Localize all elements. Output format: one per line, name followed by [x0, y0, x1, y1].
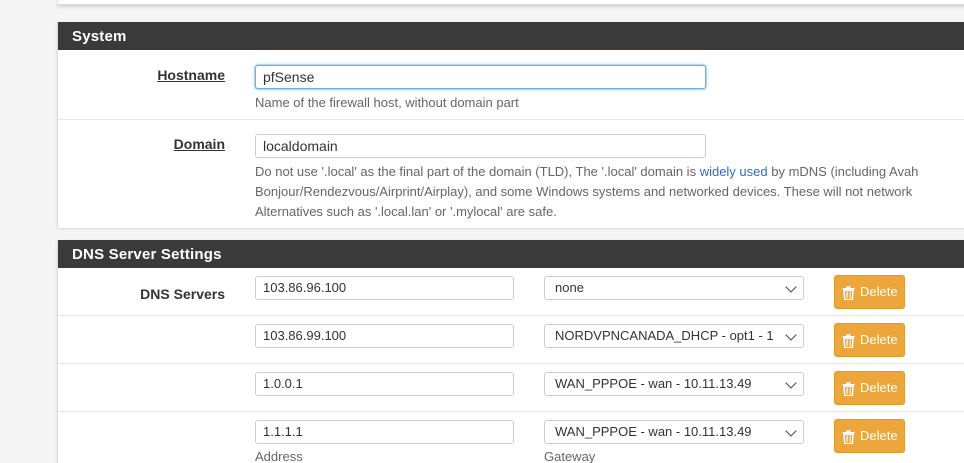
domain-help-text-b: by mDNS (including Avah — [767, 164, 919, 179]
dns-servers-label: DNS Servers — [140, 286, 225, 302]
domain-help-line-1: Do not use '.local' as the final part of… — [255, 162, 918, 182]
address-column-caption: Address — [255, 449, 303, 463]
system-panel: System Hostname pfSense Name of the fire… — [57, 22, 964, 228]
dns-server-row: 103.86.99.100 NORDVPNCANADA_DHCP - opt1 … — [58, 316, 964, 364]
dns-gateway-select[interactable]: NORDVPNCANADA_DHCP - opt1 - 1 — [544, 324, 804, 348]
domain-help: Do not use '.local' as the final part of… — [255, 162, 918, 222]
dns-gateway-value: none — [555, 280, 584, 295]
previous-panel-edge — [57, 0, 964, 5]
trash-icon — [842, 334, 855, 348]
chevron-down-icon — [785, 329, 797, 341]
dns-server-row: DNS Servers 103.86.96.100 none Delete — [58, 268, 964, 316]
delete-button[interactable]: Delete — [834, 371, 905, 405]
page: System Hostname pfSense Name of the fire… — [0, 0, 964, 463]
system-panel-heading: System — [58, 22, 964, 50]
delete-button[interactable]: Delete — [834, 419, 905, 453]
widely-used-link[interactable]: widely used — [700, 164, 768, 179]
delete-button[interactable]: Delete — [834, 275, 905, 309]
dns-gateway-select[interactable]: WAN_PPPOE - wan - 10.11.13.49 — [544, 420, 804, 444]
domain-label: Domain — [173, 136, 225, 152]
delete-button-label: Delete — [860, 332, 898, 347]
chevron-down-icon — [785, 377, 797, 389]
dns-panel-heading: DNS Server Settings — [58, 240, 964, 268]
hostname-label: Hostname — [157, 67, 225, 83]
dns-address-input[interactable]: 103.86.99.100 — [255, 324, 514, 348]
dns-gateway-value: WAN_PPPOE - wan - 10.11.13.49 — [555, 424, 752, 439]
domain-row: Domain localdomain Do not use '.local' a… — [58, 120, 964, 228]
dns-address-input[interactable]: 1.1.1.1 — [255, 420, 514, 444]
delete-button[interactable]: Delete — [834, 323, 905, 357]
dns-gateway-select[interactable]: WAN_PPPOE - wan - 10.11.13.49 — [544, 372, 804, 396]
chevron-down-icon — [785, 281, 797, 293]
dns-settings-panel: DNS Server Settings DNS Servers 103.86.9… — [57, 240, 964, 463]
dns-gateway-select[interactable]: none — [544, 276, 804, 300]
domain-help-text-a: Do not use '.local' as the final part of… — [255, 164, 700, 179]
hostname-input[interactable]: pfSense — [255, 65, 706, 89]
hostname-row: Hostname pfSense Name of the firewall ho… — [58, 50, 964, 120]
gateway-column-caption: Gateway — [544, 449, 596, 463]
domain-help-line-3: Alternatives such as '.local.lan' or '.m… — [255, 204, 557, 219]
trash-icon — [842, 430, 855, 444]
delete-button-label: Delete — [860, 284, 898, 299]
dns-address-input[interactable]: 103.86.96.100 — [255, 276, 514, 300]
trash-icon — [842, 382, 855, 396]
delete-button-label: Delete — [860, 380, 898, 395]
dns-gateway-value: NORDVPNCANADA_DHCP - opt1 - 1 — [555, 328, 774, 343]
domain-help-line-2: Bonjour/Rendezvous/Airprint/Airplay), an… — [255, 184, 913, 199]
dns-server-row: 1.1.1.1 WAN_PPPOE - wan - 10.11.13.49 De… — [58, 412, 964, 463]
chevron-down-icon — [785, 425, 797, 437]
dns-server-row: 1.0.0.1 WAN_PPPOE - wan - 10.11.13.49 De… — [58, 364, 964, 412]
dns-gateway-value: WAN_PPPOE - wan - 10.11.13.49 — [555, 376, 752, 391]
hostname-help: Name of the firewall host, without domai… — [255, 95, 519, 110]
dns-address-input[interactable]: 1.0.0.1 — [255, 372, 514, 396]
domain-input[interactable]: localdomain — [255, 134, 706, 158]
trash-icon — [842, 286, 855, 300]
delete-button-label: Delete — [860, 428, 898, 443]
